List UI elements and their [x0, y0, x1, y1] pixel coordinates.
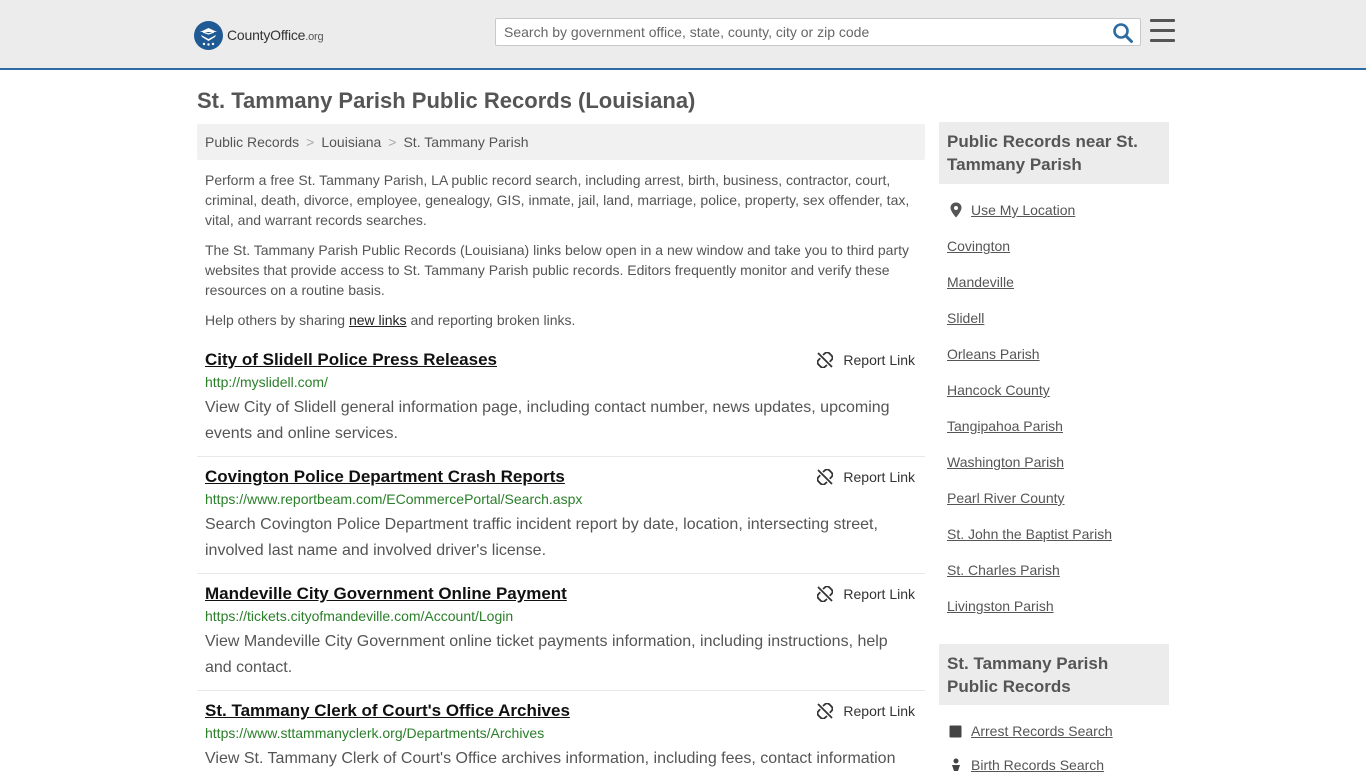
breadcrumb-louisiana[interactable]: Louisiana	[321, 134, 381, 150]
breadcrumb-st-tammany[interactable]: St. Tammany Parish	[403, 134, 528, 150]
seal-icon	[194, 20, 223, 50]
record-url: http://myslidell.com/	[205, 374, 328, 390]
nearby-link-st-charles-parish[interactable]: St. Charles Parish	[947, 562, 1060, 578]
record-title-link[interactable]: City of Slidell Police Press Releases	[205, 350, 497, 370]
record-item: St. Tammany Clerk of Court's Office Arch…	[197, 701, 925, 768]
nearby-heading: Public Records near St. Tammany Parish	[939, 122, 1169, 184]
nearby-link-hancock-county[interactable]: Hancock County	[947, 382, 1050, 398]
search-icon[interactable]	[1112, 22, 1134, 44]
share-paragraph: Help others by sharing new links and rep…	[205, 312, 576, 328]
site-header: CountyOffice.org	[0, 0, 1366, 70]
record-description: View City of Slidell general information…	[205, 399, 890, 442]
logo-text: CountyOffice.org	[227, 27, 324, 43]
intro-paragraph: Perform a free St. Tammany Parish, LA pu…	[205, 172, 910, 228]
new-links-link[interactable]: new links	[349, 312, 407, 328]
record-title-link[interactable]: St. Tammany Clerk of Court's Office Arch…	[205, 701, 570, 721]
record-title-link[interactable]: Covington Police Department Crash Report…	[205, 467, 565, 487]
nearby-link-orleans-parish[interactable]: Orleans Parish	[947, 346, 1040, 362]
record-url: https://www.sttammanyclerk.org/Departmen…	[205, 725, 545, 741]
report-link-button[interactable]: Report Link	[817, 586, 915, 602]
search-input[interactable]	[496, 19, 1106, 45]
report-link-button[interactable]: Report Link	[817, 469, 915, 485]
breadcrumb-separator: >	[306, 134, 315, 150]
broken-link-icon	[817, 703, 834, 719]
record-item: Mandeville City Government Online Paymen…	[197, 584, 925, 691]
disclaimer-paragraph: The St. Tammany Parish Public Records (L…	[205, 242, 909, 298]
breadcrumb: Public Records > Louisiana > St. Tammany…	[197, 124, 925, 160]
search-bar	[495, 18, 1141, 46]
record-title-link[interactable]: Mandeville City Government Online Paymen…	[205, 584, 567, 604]
record-description: Search Covington Police Department traff…	[205, 516, 878, 559]
page-title: St. Tammany Parish Public Records (Louis…	[197, 88, 696, 113]
broken-link-icon	[817, 469, 834, 485]
broken-link-icon	[817, 586, 834, 602]
record-description: View St. Tammany Clerk of Court's Office…	[205, 750, 896, 767]
birth-records-search-link[interactable]: Birth Records Search	[971, 757, 1104, 773]
nearby-link-tangipahoa-parish[interactable]: Tangipahoa Parish	[947, 418, 1063, 434]
record-item: Covington Police Department Crash Report…	[197, 467, 925, 574]
nearby-link-covington[interactable]: Covington	[947, 238, 1010, 254]
location-pin-icon	[949, 202, 963, 223]
breadcrumb-separator: >	[388, 134, 397, 150]
report-link-button[interactable]: Report Link	[817, 703, 915, 719]
record-item: City of Slidell Police Press Releases Re…	[197, 350, 925, 457]
record-description: View Mandeville City Government online t…	[205, 633, 888, 676]
use-my-location-link[interactable]: Use My Location	[971, 202, 1075, 218]
breadcrumb-public-records[interactable]: Public Records	[205, 134, 299, 150]
record-url: https://tickets.cityofmandeville.com/Acc…	[205, 608, 514, 624]
nearby-link-mandeville[interactable]: Mandeville	[947, 274, 1014, 290]
nearby-link-slidell[interactable]: Slidell	[947, 310, 984, 326]
broken-link-icon	[817, 352, 834, 368]
nearby-link-washington-parish[interactable]: Washington Parish	[947, 454, 1064, 470]
nearby-link-pearl-river-county[interactable]: Pearl River County	[947, 490, 1065, 506]
parish-records-heading: St. Tammany Parish Public Records	[939, 644, 1169, 705]
arrest-records-search-link[interactable]: Arrest Records Search	[971, 723, 1113, 739]
record-url: https://www.reportbeam.com/ECommercePort…	[205, 491, 583, 507]
site-logo[interactable]: CountyOffice.org	[194, 20, 324, 50]
arrest-records-icon	[949, 725, 962, 743]
hamburger-menu-icon[interactable]	[1150, 19, 1175, 43]
nearby-link-st-john-the-baptist[interactable]: St. John the Baptist Parish	[947, 526, 1112, 542]
nearby-link-livingston-parish[interactable]: Livingston Parish	[947, 598, 1054, 614]
report-link-button[interactable]: Report Link	[817, 352, 915, 368]
